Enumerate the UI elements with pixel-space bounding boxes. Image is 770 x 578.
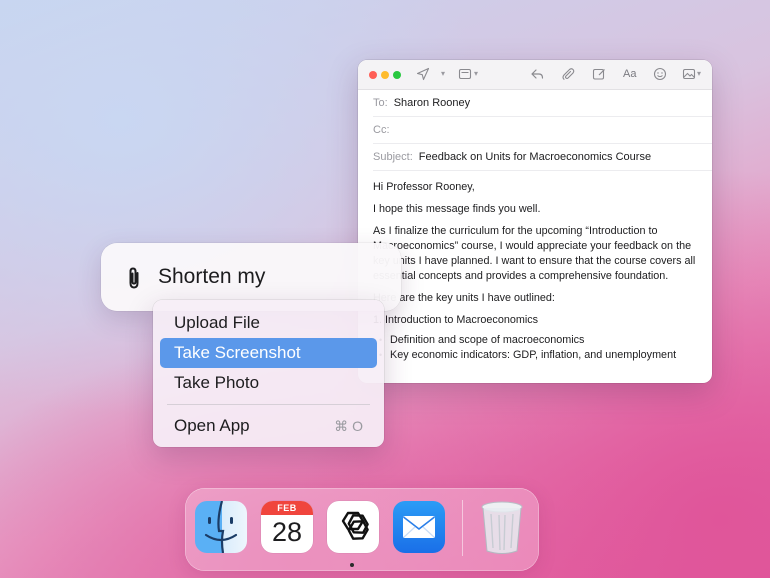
cc-label: Cc:	[373, 124, 390, 136]
unit-bullets: Definition and scope of macroeconomics K…	[373, 333, 697, 363]
menu-item-label: Take Screenshot	[174, 343, 301, 362]
photo-chevron-icon[interactable]: ▾	[697, 69, 701, 78]
list-item: Key economic indicators: GDP, inflation,…	[373, 348, 697, 363]
to-value[interactable]: Sharon Rooney	[394, 97, 470, 109]
send-icon[interactable]	[416, 67, 430, 81]
menu-item-upload-file[interactable]: Upload File	[160, 308, 377, 338]
subject-field[interactable]: Subject: Feedback on Units for Macroecon…	[373, 144, 712, 171]
menu-item-label: Upload File	[174, 313, 260, 332]
menu-item-label: Open App	[174, 416, 250, 435]
menu-item-label: Take Photo	[174, 373, 260, 392]
format-icon[interactable]	[458, 67, 472, 81]
finder-icon[interactable]	[195, 501, 247, 553]
calendar-icon[interactable]: FEB 28	[261, 501, 313, 553]
trash-icon[interactable]	[477, 498, 527, 556]
menu-item-take-screenshot[interactable]: Take Screenshot	[160, 338, 377, 368]
paragraph-2: As I finalize the curriculum for the upc…	[373, 225, 696, 282]
dock-divider	[462, 500, 463, 556]
cc-field[interactable]: Cc:	[373, 117, 712, 144]
message-body[interactable]: Hi Professor Rooney, I hope this message…	[358, 171, 712, 363]
unit-heading: 1. Introduction to Macroeconomics	[373, 314, 539, 326]
mail-compose-window: ▾ ▾ Aa ▾ To: Sharon Rooney Cc: Subject: …	[358, 60, 712, 383]
paperclip-icon[interactable]	[123, 265, 145, 291]
attachment-icon[interactable]	[561, 67, 575, 81]
menu-divider	[167, 404, 370, 405]
calendar-month: FEB	[261, 501, 313, 515]
format-chevron-icon[interactable]: ▾	[474, 69, 478, 78]
zoom-window-button[interactable]	[393, 71, 401, 79]
chevron-down-icon[interactable]: ▾	[441, 69, 445, 78]
dock: FEB 28	[185, 488, 539, 571]
to-field[interactable]: To: Sharon Rooney	[373, 90, 712, 117]
menu-item-take-photo[interactable]: Take Photo	[160, 368, 377, 398]
list-item: Definition and scope of macroeconomics	[373, 333, 697, 348]
photo-icon[interactable]	[682, 67, 696, 81]
subject-label: Subject:	[373, 151, 413, 163]
compose-icon[interactable]	[592, 67, 606, 81]
mail-toolbar: ▾ ▾ Aa ▾	[358, 60, 712, 90]
to-label: To:	[373, 97, 388, 109]
reply-icon[interactable]	[530, 67, 544, 81]
calendar-day: 28	[271, 517, 303, 547]
mail-icon[interactable]	[393, 501, 445, 553]
paragraph-1: I hope this message finds you well.	[373, 203, 541, 215]
font-button[interactable]: Aa	[623, 68, 636, 80]
attach-menu: Upload File Take Screenshot Take Photo O…	[153, 300, 384, 447]
chatgpt-icon[interactable]	[327, 501, 379, 553]
running-indicator	[350, 563, 354, 567]
prompt-text[interactable]: Shorten my	[158, 265, 265, 289]
menu-item-open-app[interactable]: Open App ⌘ O	[160, 411, 377, 441]
emoji-icon[interactable]	[653, 67, 667, 81]
paragraph-3: Here are the key units I have outlined:	[373, 292, 555, 304]
greeting: Hi Professor Rooney,	[373, 181, 475, 193]
close-window-button[interactable]	[369, 71, 377, 79]
subject-value[interactable]: Feedback on Units for Macroeconomics Cou…	[419, 151, 651, 163]
shortcut-label: ⌘ O	[334, 417, 363, 434]
minimize-window-button[interactable]	[381, 71, 389, 79]
